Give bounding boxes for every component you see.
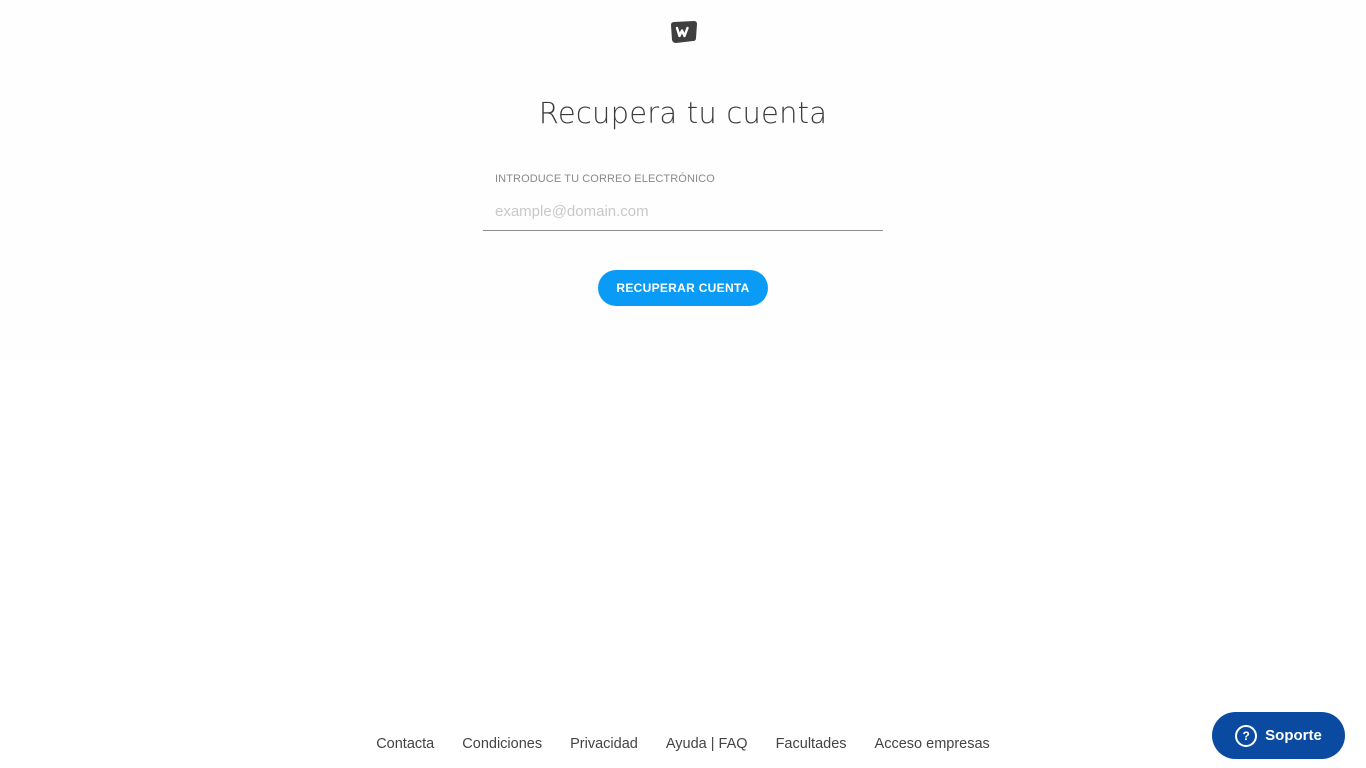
footer-nav: Contacta Condiciones Privacidad Ayuda | … xyxy=(0,736,1366,752)
footer-link-ayuda-faq[interactable]: Ayuda | FAQ xyxy=(666,736,748,752)
footer-link-condiciones[interactable]: Condiciones xyxy=(462,736,542,752)
footer-link-privacidad[interactable]: Privacidad xyxy=(570,736,638,752)
recover-account-button[interactable]: RECUPERAR CUENTA xyxy=(598,270,768,306)
email-input[interactable] xyxy=(493,198,877,224)
footer-link-acceso-empresas[interactable]: Acceso empresas xyxy=(875,736,990,752)
footer-link-facultades[interactable]: Facultades xyxy=(776,736,847,752)
question-icon: ? xyxy=(1235,724,1258,747)
email-field: INTRODUCE TU CORREO ELECTRÓNICO xyxy=(483,170,883,231)
support-label: Soporte xyxy=(1265,727,1322,744)
page-title: Recupera tu cuenta xyxy=(538,96,828,130)
support-button[interactable]: ? Soporte xyxy=(1212,712,1345,759)
page: Recupera tu cuenta INTRODUCE TU CORREO E… xyxy=(0,0,1366,768)
email-label: INTRODUCE TU CORREO ELECTRÓNICO xyxy=(495,173,715,185)
footer-link-contacta[interactable]: Contacta xyxy=(376,736,434,752)
wuolah-logo[interactable] xyxy=(668,20,698,44)
